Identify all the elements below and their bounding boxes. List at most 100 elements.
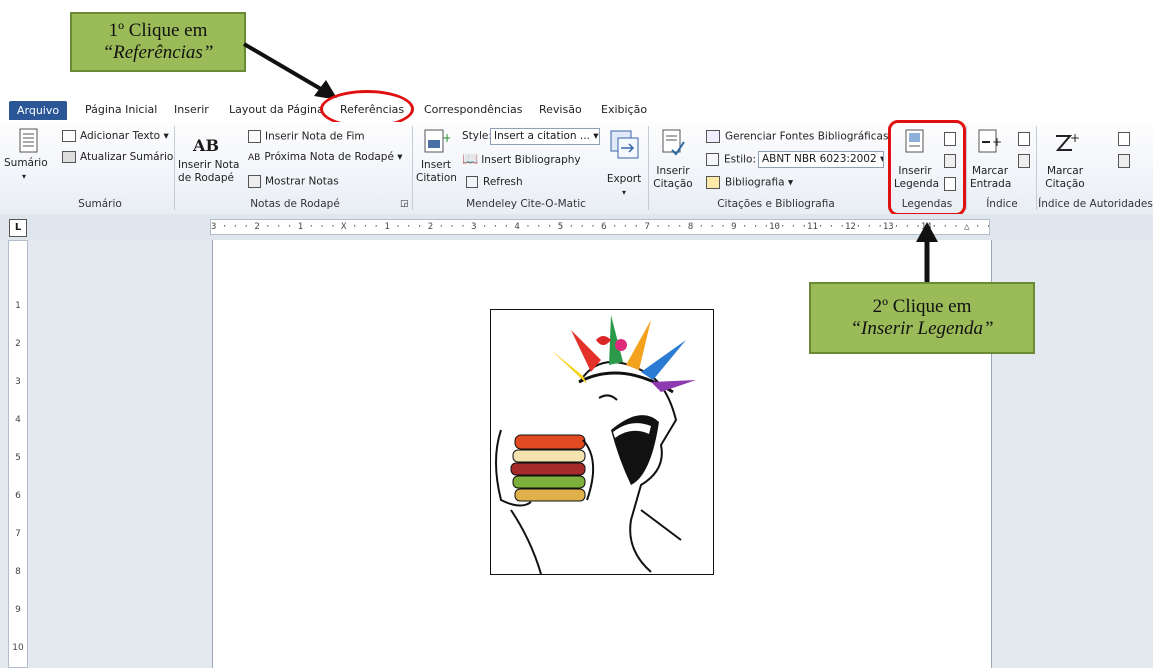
horizontal-ruler[interactable]: 3 · · · 2 · · · 1 · · · X · · · 1 · · · … [210, 219, 990, 235]
bibliografia-button[interactable]: Bibliografia ▾ [706, 176, 793, 190]
tab-layout-da-pagina[interactable]: Layout da Página [229, 103, 324, 116]
vertical-ruler-mark: 10 [12, 643, 24, 653]
tab-exibicao[interactable]: Exibição [601, 103, 647, 116]
group-separator [174, 126, 175, 210]
insert-endnote-button[interactable]: Inserir Nota de Fim [248, 130, 365, 144]
export-button[interactable]: Export ▾ [604, 128, 644, 199]
mark-citation-label-2: Citação [1045, 178, 1085, 190]
tab-revisao[interactable]: Revisão [539, 103, 582, 116]
insert-bibliography-button[interactable]: 📖 Insert Bibliography [462, 153, 581, 167]
tab-correspondencias[interactable]: Correspondências [424, 103, 523, 116]
insert-citation-button[interactable]: + Insert Citation [416, 128, 457, 185]
tab-arquivo[interactable]: Arquivo [9, 101, 68, 120]
table-of-contents-icon [19, 128, 37, 153]
vertical-ruler[interactable]: 1 2 3 4 5 6 7 8 9 10 [8, 240, 28, 668]
show-notes-icon [248, 175, 261, 188]
callout-step-2-line2: “Inserir Legenda” [850, 318, 994, 339]
group-notas-label: Notas de Rodapé [250, 198, 340, 210]
insert-citacao-label-1: Inserir [656, 165, 690, 177]
estilo-label-wrap: Estilo: [706, 153, 756, 167]
mark-entry-label-2: Entrada [970, 178, 1012, 190]
manage-sources-label: Gerenciar Fontes Bibliográficas [725, 130, 889, 143]
sumario-button[interactable]: Sumário ▾ [4, 128, 48, 188]
insert-footnote-button[interactable]: AB Inserir Nota de Rodapé [178, 128, 239, 185]
vertical-ruler-mark: 9 [15, 605, 21, 615]
show-notes-label: Mostrar Notas [265, 175, 339, 188]
update-toc-button[interactable]: Atualizar Sumário [62, 151, 173, 164]
mark-entry-button[interactable]: + Marcar Entrada [970, 128, 1012, 191]
book-icon: 📖 [462, 152, 479, 167]
svg-text:+: + [442, 131, 450, 145]
insert-index-icon[interactable] [1018, 132, 1030, 146]
vertical-ruler-mark: 2 [15, 339, 21, 349]
ribbon: Sumário ▾ Adicionar Texto ▾ Atualizar Su… [0, 122, 1153, 215]
insert-citation-icon: + [424, 129, 452, 153]
group-citacoes-label: Citações e Bibliografia [717, 198, 835, 210]
update-toc-label: Atualizar Sumário [80, 151, 174, 163]
tab-inserir[interactable]: Inserir [174, 103, 209, 116]
add-text-label: Adicionar Texto [80, 130, 161, 142]
group-autoridades-label: Índice de Autoridades [1038, 198, 1153, 210]
mark-citation-button[interactable]: + Marcar Citação [1040, 128, 1090, 191]
svg-text:+: + [992, 135, 1002, 149]
group-separator [648, 126, 649, 210]
style-label: Style: [462, 130, 492, 142]
callout-step-1: 1º Clique em “Referências” [70, 12, 246, 72]
next-footnote-label: Próxima Nota de Rodapé [264, 151, 394, 163]
tab-pagina-inicial[interactable]: Página Inicial [85, 103, 157, 116]
next-footnote-icon: AB [248, 153, 261, 163]
next-footnote-button[interactable]: AB Próxima Nota de Rodapé ▾ [248, 151, 403, 165]
tab-selector-button[interactable]: L [9, 219, 27, 237]
vertical-ruler-mark: 1 [15, 301, 21, 311]
group-separator [412, 126, 413, 210]
chevron-down-icon: ▾ [621, 188, 626, 197]
insert-footnote-label-2: de Rodapé [178, 172, 234, 184]
highlight-legendas [888, 120, 966, 216]
insert-citacao-icon [662, 129, 685, 156]
insert-table-of-authorities-icon[interactable] [1118, 132, 1130, 146]
vertical-ruler-mark: 8 [15, 567, 21, 577]
add-text-button[interactable]: Adicionar Texto ▾ [62, 130, 169, 143]
sumario-label: Sumário [4, 157, 48, 169]
citation-style-select[interactable]: Insert a citation ... ▾ [490, 128, 600, 145]
vertical-ruler-mark: 7 [15, 529, 21, 539]
refresh-icon [466, 176, 478, 188]
add-text-icon [62, 130, 76, 142]
mark-entry-label-1: Marcar [971, 165, 1009, 177]
endnote-icon [248, 130, 261, 143]
bibliography-style-value: ABNT NBR 6023:2002 [762, 153, 877, 165]
bibliografia-label: Bibliografia [725, 176, 785, 189]
update-table-of-authorities-icon[interactable] [1118, 154, 1130, 168]
insert-bibliography-label: Insert Bibliography [481, 154, 581, 166]
mark-citation-icon: + [1055, 131, 1080, 151]
callout-step-1-line2: “Referências” [102, 42, 214, 63]
horizontal-ruler-marks: 3 · · · 2 · · · 1 · · · X · · · 1 · · · … [211, 222, 989, 232]
vertical-ruler-mark: 6 [15, 491, 21, 501]
chevron-down-icon: ▾ [21, 172, 26, 181]
insert-citacao-button[interactable]: Inserir Citação [650, 128, 696, 191]
document-image[interactable] [490, 309, 714, 575]
manage-sources-button[interactable]: Gerenciar Fontes Bibliográficas [706, 130, 888, 144]
group-separator [966, 126, 967, 210]
vertical-ruler-mark: 4 [15, 415, 21, 425]
manage-sources-icon [706, 130, 720, 143]
export-icon [610, 130, 639, 159]
bibliography-style-select[interactable]: ABNT NBR 6023:2002 ▾ [758, 151, 884, 168]
export-label: Export [606, 173, 642, 185]
ribbon-tab-bar: Arquivo Página Inicial Inserir Layout da… [0, 98, 1153, 123]
bibliografia-icon [706, 176, 720, 189]
refresh-button[interactable]: Refresh [466, 176, 523, 189]
vertical-ruler-mark: 5 [15, 453, 21, 463]
group-separator [1036, 126, 1037, 210]
show-notes-button[interactable]: Mostrar Notas [248, 175, 339, 189]
arrow-to-inserir-legenda [916, 222, 938, 282]
citation-style-value: Insert a citation ... [494, 130, 590, 142]
update-toc-icon [62, 151, 76, 163]
dialog-launcher-icon[interactable]: ◲ [400, 198, 409, 211]
svg-text:+: + [1070, 131, 1080, 145]
vertical-ruler-mark: 3 [15, 377, 21, 387]
callout-step-2: 2º Clique em “Inserir Legenda” [809, 282, 1035, 354]
estilo-icon [706, 153, 719, 166]
mark-entry-icon: + [978, 129, 1002, 153]
update-index-icon[interactable] [1018, 154, 1030, 168]
